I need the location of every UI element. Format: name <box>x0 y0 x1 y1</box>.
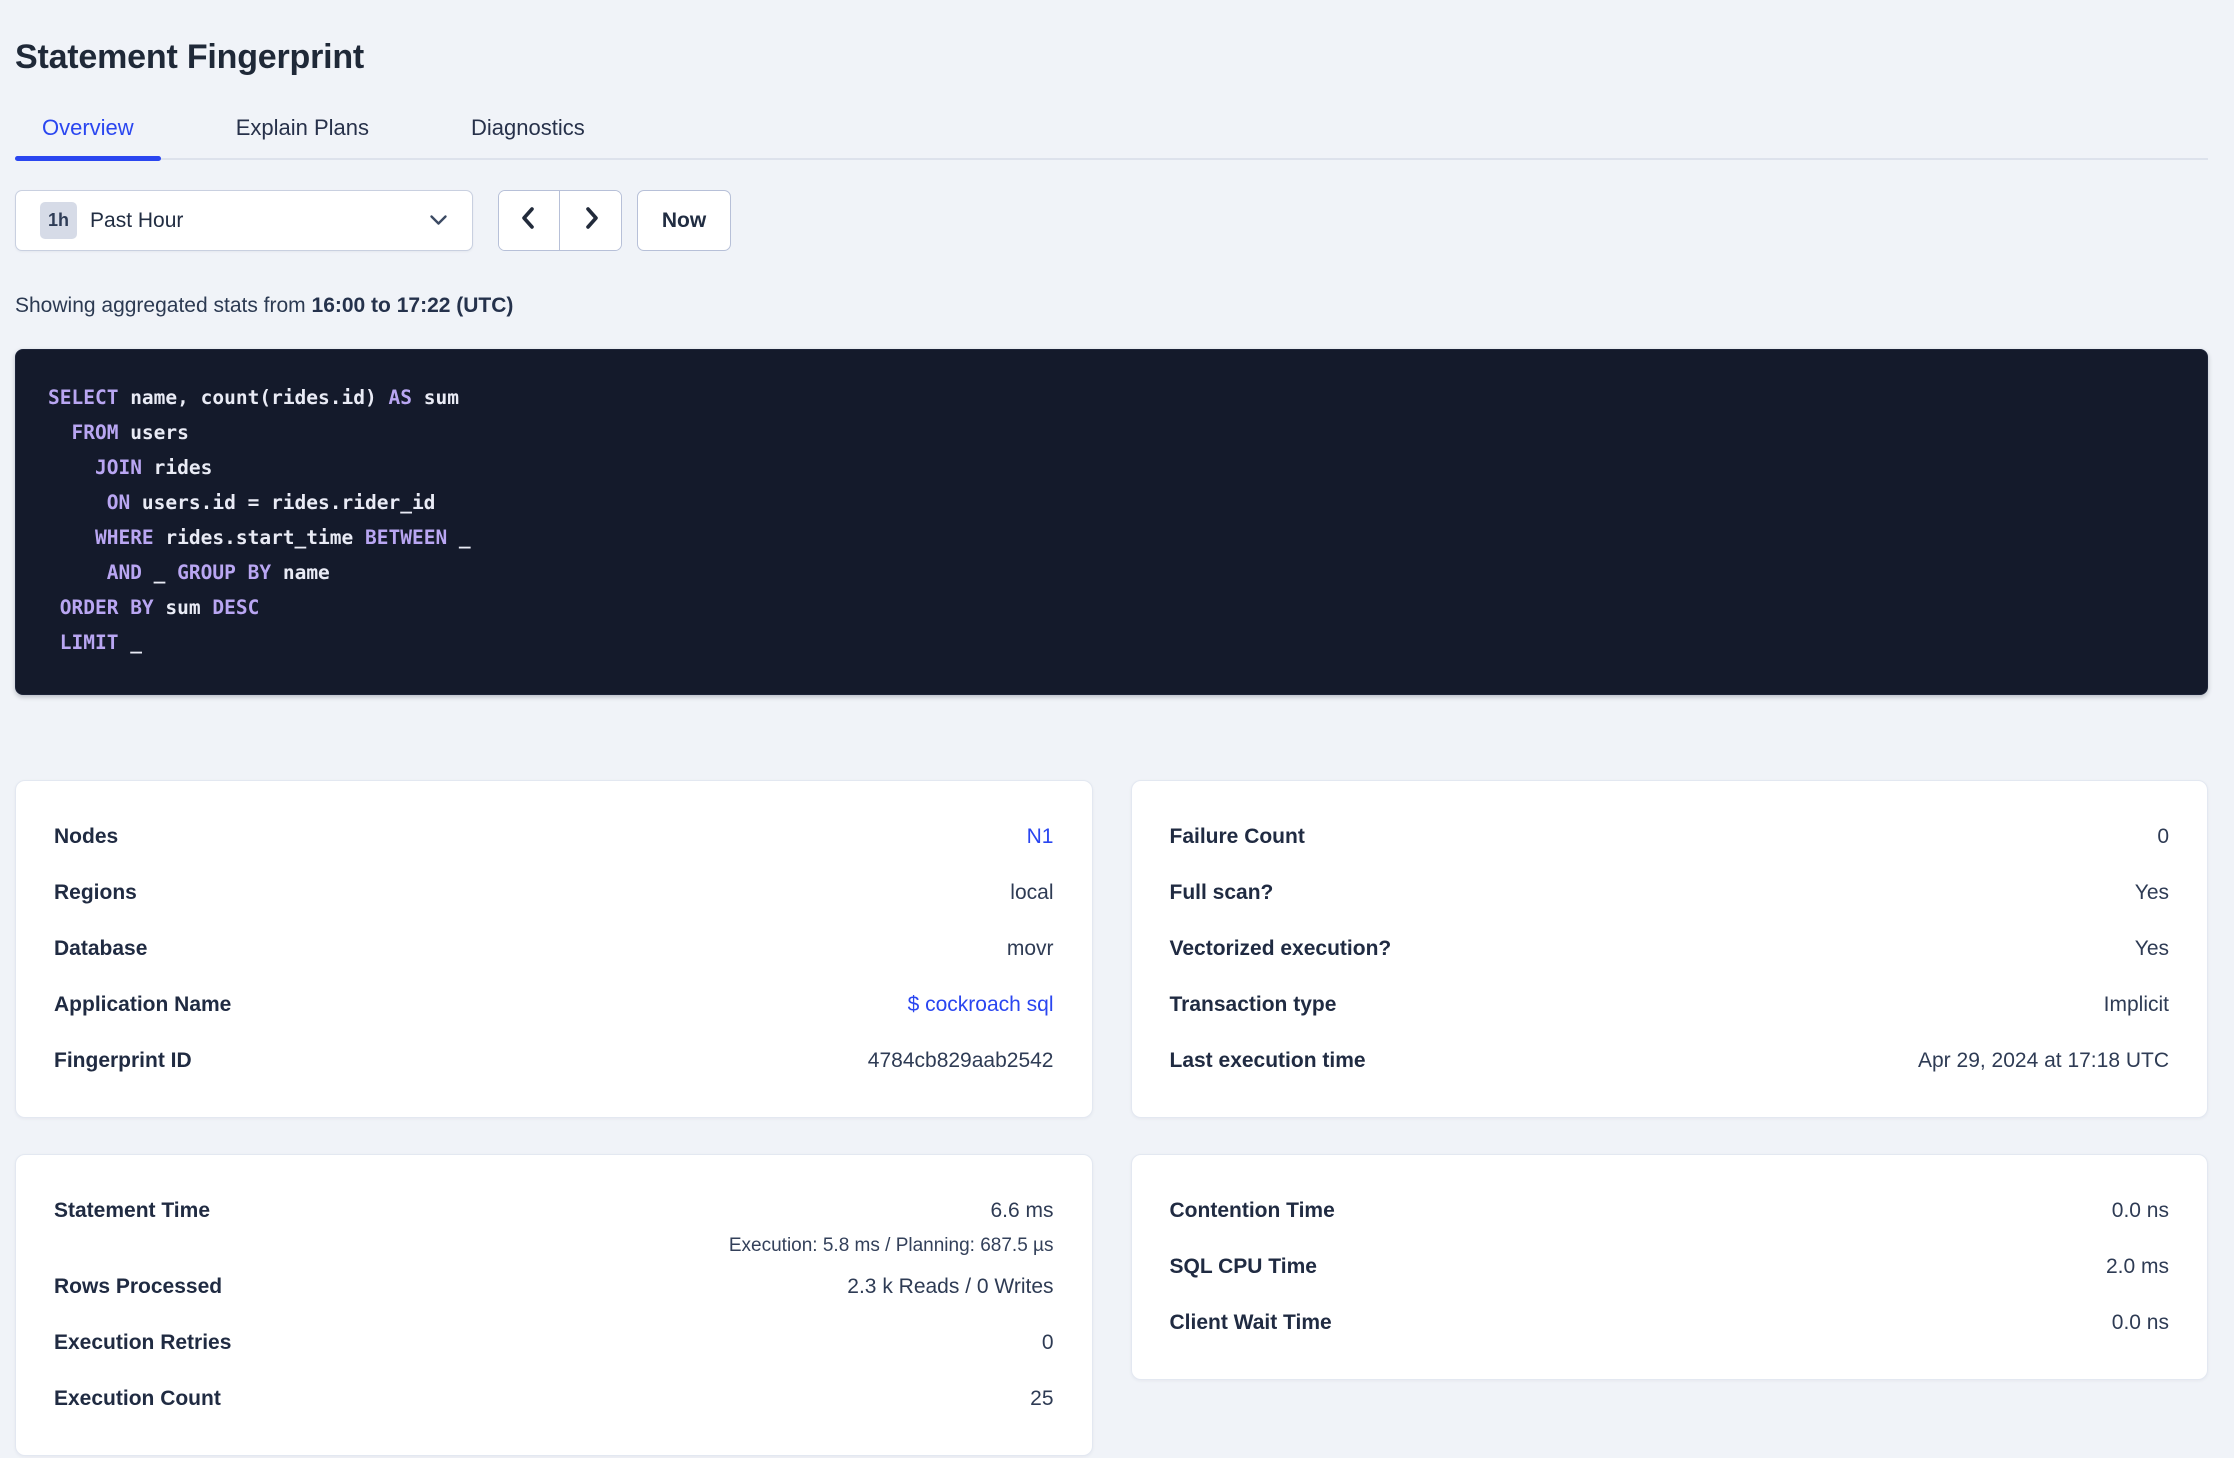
tab-diagnostics[interactable]: Diagnostics <box>444 103 612 158</box>
page-title: Statement Fingerprint <box>15 38 365 76</box>
stat-row: Statement Time 6.6 ms Execution: 5.8 ms / … <box>54 1183 1054 1259</box>
statement-details-card: Nodes N1 Regions local Database movr Applicati… <box>15 780 1093 1118</box>
stat-row: SQL CPU Time 2.0 ms <box>1170 1239 2170 1295</box>
stat-row: Vectorized execution? Yes <box>1170 921 2170 977</box>
time-interval-badge: 1h <box>40 202 78 239</box>
stat-value: 0 <box>2157 825 2169 848</box>
stat-label: Client Wait Time <box>1169 1311 1332 1334</box>
stat-row: Nodes N1 <box>54 809 1054 865</box>
stat-row: Full scan? Yes <box>1170 865 2170 921</box>
stat-value: 4784cb829aab2542 <box>867 1049 1054 1072</box>
stat-value: 0 <box>1041 1331 1054 1354</box>
sql-line: LIMIT _ <box>59 631 142 654</box>
stat-label: Regions <box>54 881 137 904</box>
stat-label: Contention Time <box>1169 1199 1335 1222</box>
tab-bar: Overview Explain Plans Diagnostics <box>15 103 2208 161</box>
sql-line: AND _ GROUP BY name <box>106 561 330 584</box>
stat-label: Rows Processed <box>54 1275 223 1298</box>
chevron-right-icon <box>579 204 603 237</box>
sql-line: SELECT name, count(rides.id) AS sum <box>48 386 459 409</box>
previous-window-button[interactable] <box>499 191 560 250</box>
aggregated-stats-summary: Showing aggregated stats from 16:00 to 1… <box>15 293 2208 319</box>
stat-label: Database <box>54 937 148 960</box>
stat-label: Full scan? <box>1169 881 1274 904</box>
sql-statement-box: SELECT name, count(rides.id) AS sum FROM… <box>15 349 2208 695</box>
stat-label: Last execution time <box>1169 1049 1366 1072</box>
stat-value: 2.0 ms <box>2105 1255 2169 1278</box>
stat-label: Transaction type <box>1169 993 1337 1016</box>
sql-line: WHERE rides.start_time BETWEEN _ <box>94 526 471 549</box>
stat-value: Yes <box>2134 881 2169 904</box>
stat-value: 0.0 ns <box>2111 1199 2169 1222</box>
time-window-stepper <box>498 190 622 251</box>
stat-value: 25 <box>1030 1387 1054 1410</box>
chevron-down-icon <box>429 214 448 227</box>
stat-row: Failure Count 0 <box>1170 809 2170 865</box>
sql-line: ORDER BY sum DESC <box>59 596 260 619</box>
wait-timing-card: Contention Time 0.0 ns SQL CPU Time 2.0 ms C… <box>1130 1154 2208 1380</box>
time-controls: 1h Past Hour Now <box>15 190 2208 251</box>
stat-value: Implicit <box>2103 993 2169 1016</box>
stat-row: Last execution time Apr 29, 2024 at 17:18… <box>1170 1033 2170 1089</box>
stat-label: Execution Count <box>54 1387 221 1410</box>
statement-timing-card: Statement Time 6.6 ms Execution: 5.8 ms / … <box>15 1154 1093 1456</box>
tab-explain-plans[interactable]: Explain Plans <box>209 103 396 158</box>
summary-prefix: Showing aggregated stats from <box>15 294 312 317</box>
stat-value: 2.3 k Reads / 0 Writes <box>847 1275 1054 1298</box>
stat-row: Application Name $ cockroach sql <box>54 977 1054 1033</box>
stat-row: Transaction type Implicit <box>1170 977 2170 1033</box>
stat-label: Statement Time <box>54 1199 210 1222</box>
stat-row: Execution Retries 0 <box>54 1315 1054 1371</box>
stat-row: Client Wait Time 0.0 ns <box>1170 1295 2170 1351</box>
stat-subvalue: Execution: 5.8 ms / Planning: 687.5 µs <box>728 1235 1054 1256</box>
stat-value: 6.6 ms <box>990 1199 1054 1222</box>
stat-row: Regions local <box>54 865 1054 921</box>
stat-label: Application Name <box>54 993 232 1016</box>
stat-value: movr <box>1006 937 1054 960</box>
stat-value: Apr 29, 2024 at 17:18 UTC <box>1918 1049 2169 1072</box>
stat-label: SQL CPU Time <box>1169 1255 1317 1278</box>
sql-line: ON users.id = rides.rider_id <box>106 491 436 514</box>
stat-value-link[interactable]: $ cockroach sql <box>908 993 1054 1017</box>
statement-fingerprint-page: Statement Fingerprint Overview Explain P… <box>0 0 2234 1456</box>
stat-value: Yes <box>2134 937 2169 960</box>
stat-row: Rows Processed 2.3 k Reads / 0 Writes <box>54 1259 1054 1315</box>
time-range-label: Past Hour <box>90 208 184 232</box>
stat-label: Failure Count <box>1169 825 1305 848</box>
chevron-left-icon <box>517 204 541 237</box>
summary-time-range: 16:00 to 17:22 (UTC) <box>311 294 514 317</box>
stat-row: Fingerprint ID 4784cb829aab2542 <box>54 1033 1054 1089</box>
stat-label: Fingerprint ID <box>54 1049 192 1072</box>
sql-line: FROM users <box>71 421 189 444</box>
stat-row: Contention Time 0.0 ns <box>1170 1183 2170 1239</box>
sql-line: JOIN rides <box>94 456 213 479</box>
stat-label: Nodes <box>54 825 119 848</box>
stat-value: 0.0 ns <box>2111 1311 2169 1334</box>
now-button[interactable]: Now <box>637 190 731 251</box>
stat-row: Database movr <box>54 921 1054 977</box>
tab-overview[interactable]: Overview <box>15 103 161 161</box>
stat-row: Execution Count 25 <box>54 1371 1054 1427</box>
stat-label: Execution Retries <box>54 1331 232 1354</box>
next-window-button[interactable] <box>560 191 621 250</box>
stat-value: local <box>1010 881 1054 904</box>
execution-attributes-card: Failure Count 0 Full scan? Yes Vectorized ex… <box>1130 780 2208 1118</box>
summary-cards: Nodes N1 Regions local Database movr Applicati… <box>15 780 2208 1456</box>
time-range-dropdown[interactable]: 1h Past Hour <box>15 190 473 251</box>
stat-value-link[interactable]: N1 <box>1027 825 1054 849</box>
stat-label: Vectorized execution? <box>1169 937 1392 960</box>
